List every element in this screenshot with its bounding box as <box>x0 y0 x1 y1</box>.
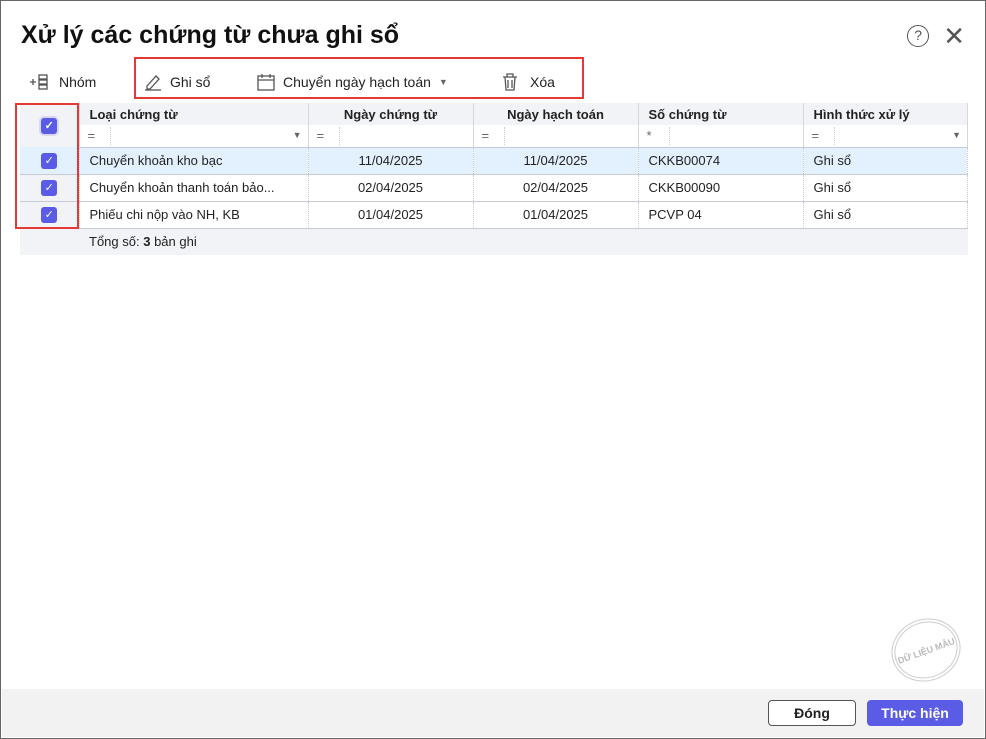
group-button[interactable]: Nhóm <box>29 73 96 91</box>
filter-number[interactable]: * <box>638 125 804 148</box>
column-header[interactable]: Ngày chứng từ <box>308 103 474 125</box>
filter-doc-date[interactable]: = <box>308 125 474 148</box>
cell-action: Ghi sổ <box>803 201 968 229</box>
calendar-icon <box>257 74 275 91</box>
post-button[interactable]: Ghi sổ <box>144 73 210 91</box>
dialog-footer: Đóng Thực hiện <box>2 689 984 737</box>
delete-button[interactable]: Xóa <box>502 73 555 91</box>
table-row[interactable]: ✓ Chuyển khoản thanh toán bảo... 02/04/2… <box>20 174 968 202</box>
cell-type: Phiếu chi nộp vào NH, KB <box>79 201 309 229</box>
filter-operator: = <box>87 128 96 143</box>
table-row[interactable]: ✓ Phiếu chi nộp vào NH, KB 01/04/2025 01… <box>20 201 968 229</box>
highlight-checkboxes <box>15 103 79 229</box>
total-label: Tổng số: <box>89 234 140 250</box>
close-button[interactable]: Đóng <box>768 700 856 726</box>
filter-type[interactable]: = ▼ <box>79 125 309 148</box>
caret-down-icon: ▼ <box>438 77 448 87</box>
column-header[interactable]: Hình thức xử lý <box>803 103 968 125</box>
filter-operator: = <box>811 128 820 143</box>
cell-type: Chuyển khoản kho bạc <box>79 147 309 175</box>
cell-type: Chuyển khoản thanh toán bảo... <box>79 174 309 202</box>
dialog-title: Xử lý các chứng từ chưa ghi sổ <box>21 21 400 49</box>
filter-action[interactable]: = ▼ <box>803 125 968 148</box>
column-header[interactable]: Số chứng từ <box>638 103 804 125</box>
caret-down-icon: ▼ <box>292 130 302 140</box>
close-icon[interactable]: ✕ <box>943 23 965 49</box>
change-date-dropdown[interactable]: Chuyển ngày hạch toán ▼ <box>257 73 448 91</box>
dialog: Xử lý các chứng từ chưa ghi sổ ? ✕ Nhóm … <box>0 0 986 739</box>
filter-post-date[interactable]: = <box>473 125 639 148</box>
documents-table: ✓ Loại chứng từ Ngày chứng từ Ngày hạch … <box>20 103 968 255</box>
execute-button[interactable]: Thực hiện <box>867 700 963 726</box>
cell-action: Ghi sổ <box>803 174 968 202</box>
filter-operator: * <box>646 128 652 143</box>
sample-data-watermark: DỮ LIỆU MẪU <box>882 608 970 692</box>
group-label: Nhóm <box>59 74 97 90</box>
cell-doc-date: 11/04/2025 <box>308 147 474 175</box>
cell-number: PCVP 04 <box>638 201 804 229</box>
total-suffix: bản ghi <box>154 234 197 250</box>
cell-post-date: 01/04/2025 <box>473 201 639 229</box>
column-header[interactable]: Loại chứng từ <box>79 103 309 125</box>
cell-doc-date: 02/04/2025 <box>308 174 474 202</box>
total-count: 3 <box>143 234 151 250</box>
post-label: Ghi sổ <box>170 74 211 90</box>
cell-number: CKKB00090 <box>638 174 804 202</box>
filter-operator: = <box>481 128 490 143</box>
group-icon <box>30 74 48 90</box>
caret-down-icon: ▼ <box>952 130 961 140</box>
cell-post-date: 02/04/2025 <box>473 174 639 202</box>
cell-doc-date: 01/04/2025 <box>308 201 474 229</box>
trash-icon <box>503 73 517 91</box>
cell-post-date: 11/04/2025 <box>473 147 639 175</box>
delete-label: Xóa <box>530 74 555 90</box>
column-header[interactable]: Ngày hạch toán <box>473 103 639 125</box>
table-row[interactable]: ✓ Chuyển khoản kho bạc 11/04/2025 11/04/… <box>20 147 968 175</box>
table-summary: Tổng số: 3 bản ghi <box>20 228 968 255</box>
pencil-icon <box>145 75 161 91</box>
cell-number: CKKB00074 <box>638 147 804 175</box>
change-date-label: Chuyển ngày hạch toán <box>283 74 431 90</box>
cell-action: Ghi sổ <box>803 147 968 175</box>
filter-operator: = <box>316 128 325 143</box>
help-icon[interactable]: ? <box>907 25 930 47</box>
